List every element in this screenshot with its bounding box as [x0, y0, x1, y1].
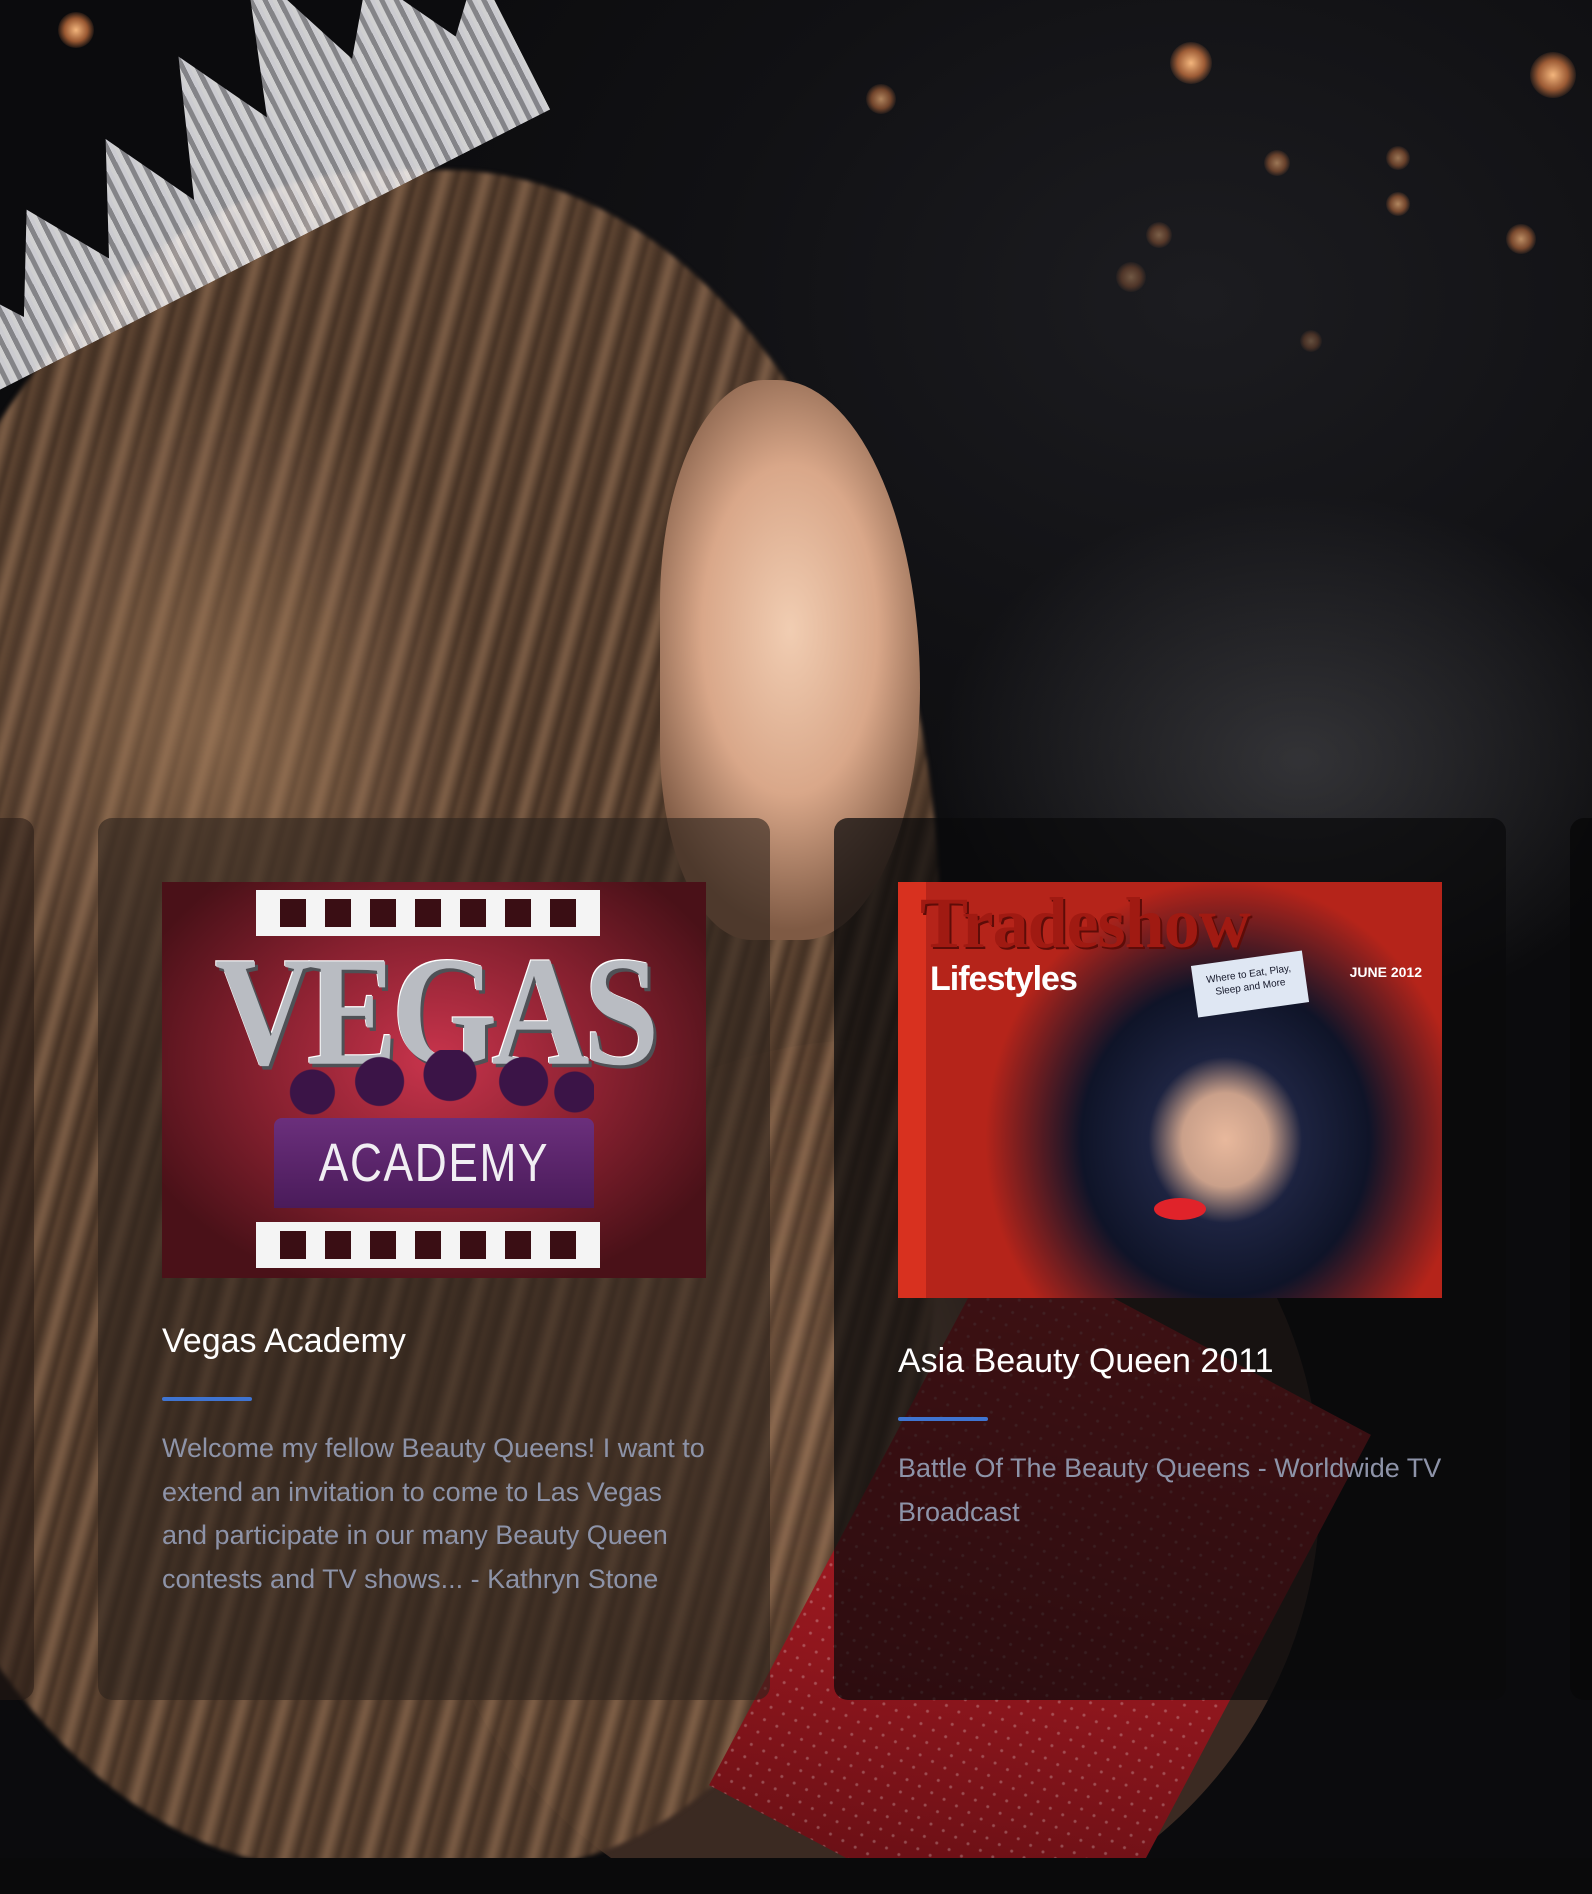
title-underline: [162, 1397, 252, 1401]
card-description: Battle Of The Beauty Queens - Worldwide …: [898, 1453, 1442, 1527]
carousel-card-previous[interactable]: [0, 818, 34, 1700]
bokeh-light: [1386, 146, 1410, 170]
bokeh-light: [1386, 192, 1410, 216]
cover-lips: [1154, 1198, 1206, 1220]
card-image-magazine-cover[interactable]: Tradeshow Lifestyles JUNE 2012 Where to …: [898, 882, 1442, 1298]
bokeh-light: [58, 12, 94, 48]
title-underline: [898, 1417, 988, 1421]
bokeh-light: [866, 84, 896, 114]
bokeh-light: [1146, 222, 1172, 248]
bokeh-light: [1506, 224, 1536, 254]
graduates-silhouette: [274, 1050, 594, 1120]
carousel-card[interactable]: VEGAS ACADEMY Vegas Academy Welcome my f…: [98, 818, 770, 1700]
card-title[interactable]: Vegas Academy: [162, 1322, 706, 1361]
bokeh-light: [1116, 262, 1146, 292]
carousel-card[interactable]: Tradeshow Lifestyles JUNE 2012 Where to …: [834, 818, 1506, 1700]
bokeh-light: [1170, 42, 1212, 84]
magazine-subtitle: Lifestyles: [930, 960, 1078, 998]
card-image-vegas-academy[interactable]: VEGAS ACADEMY: [162, 882, 706, 1278]
footer-band: [0, 1858, 1592, 1894]
magazine-masthead: Tradeshow: [920, 883, 1251, 963]
film-strip: [256, 1222, 600, 1268]
carousel-card-next[interactable]: [1570, 818, 1592, 1700]
bokeh-light: [1300, 330, 1322, 352]
magazine-date: JUNE 2012: [1349, 964, 1422, 980]
logo-word-academy: ACADEMY: [318, 1133, 550, 1193]
card-description: Welcome my fellow Beauty Queens! I want …: [162, 1433, 705, 1594]
bokeh-light: [1264, 150, 1290, 176]
card-title[interactable]: Asia Beauty Queen 2011: [898, 1342, 1442, 1381]
bokeh-light: [1530, 52, 1576, 98]
